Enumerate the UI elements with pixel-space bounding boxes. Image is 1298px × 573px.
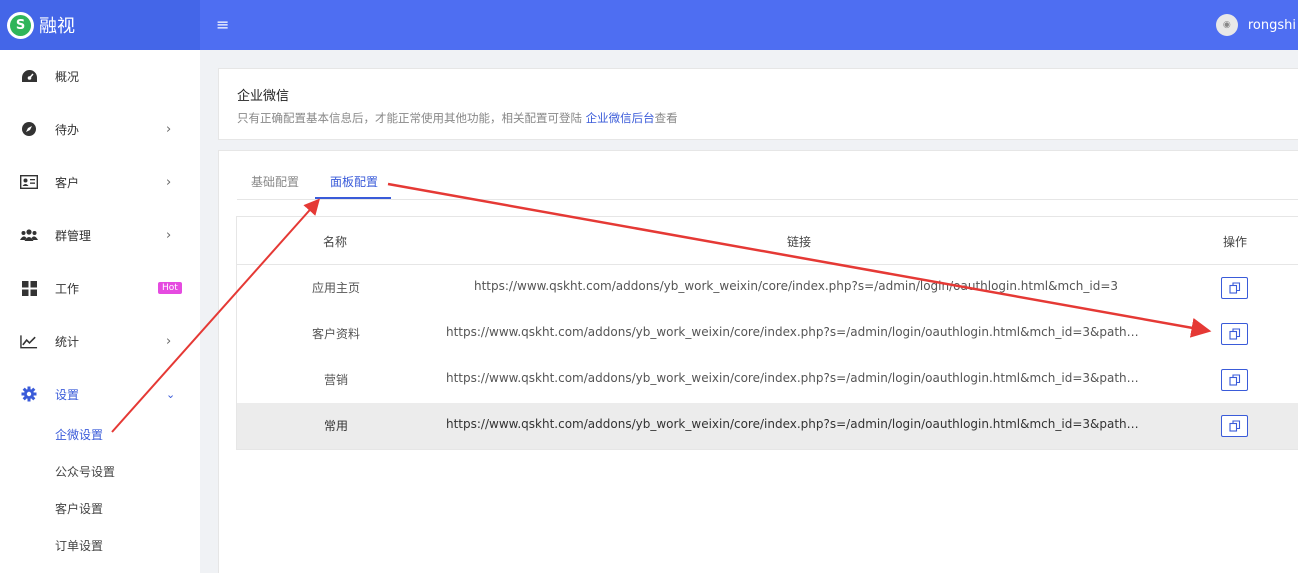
logo-icon: S <box>7 11 34 39</box>
sidebar-item-stats[interactable]: 统计 › <box>0 321 200 361</box>
column-header-link: 链接 <box>787 235 812 249</box>
info-description: 只有正确配置基本信息后，才能正常使用其他功能，相关配置可登陆 企业微信后台查看 <box>237 110 678 126</box>
user-menu[interactable]: ◉ rongshi <box>1215 0 1298 50</box>
avatar: ◉ <box>1215 14 1238 36</box>
id-card-icon <box>20 173 38 191</box>
column-header-name: 名称 <box>323 235 348 249</box>
copy-icon <box>1228 328 1240 340</box>
copy-icon <box>1228 374 1240 386</box>
copy-button[interactable] <box>1221 369 1248 391</box>
subnav-customer-settings[interactable]: 客户设置 <box>55 500 103 517</box>
page-title: 企业微信 <box>237 89 290 104</box>
copy-button[interactable] <box>1221 277 1248 299</box>
config-card: 基础配置 面板配置 名称 链接 操作 应用主页 https://www.qskh… <box>218 150 1298 573</box>
copy-button[interactable] <box>1221 323 1248 345</box>
dashboard-icon <box>20 67 38 85</box>
subnav-wecom-settings[interactable]: 企微设置 <box>55 426 103 443</box>
copy-icon <box>1228 282 1240 294</box>
logo-area[interactable]: S 融视 <box>0 0 200 50</box>
tab-panel-config[interactable]: 面板配置 <box>330 173 378 190</box>
links-table: 名称 链接 操作 应用主页 https://www.qskht.com/addo… <box>236 216 1298 450</box>
chevron-right-icon: › <box>166 174 172 190</box>
row-link: https://www.qskht.com/addons/yb_work_wei… <box>474 279 1119 293</box>
row-name: 应用主页 <box>311 281 360 295</box>
sidebar-item-label: 群管理 <box>55 228 92 243</box>
logo-glyph: S <box>10 14 31 36</box>
row-link: https://www.qskht.com/addons/yb_work_wei… <box>446 371 1146 385</box>
sidebar-item-settings[interactable]: 设置 ⌄ <box>0 374 200 414</box>
info-text-end: 查看 <box>654 111 678 125</box>
top-bar: S 融视 ≡ ◉ rongshi <box>0 0 1298 50</box>
compass-icon <box>20 120 38 138</box>
chevron-down-icon: ⌄ <box>166 387 176 401</box>
wecom-admin-link[interactable]: 企业微信后台 <box>586 111 655 125</box>
row-name: 常用 <box>323 419 348 433</box>
row-link: https://www.qskht.com/addons/yb_work_wei… <box>446 417 1146 431</box>
copy-icon <box>1228 420 1240 432</box>
line-chart-icon <box>20 332 38 350</box>
tab-basic-config[interactable]: 基础配置 <box>251 173 299 190</box>
subnav-order-settings[interactable]: 订单设置 <box>55 537 103 554</box>
sidebar-item-label: 工作 <box>55 281 80 296</box>
menu-toggle-icon[interactable]: ≡ <box>216 15 229 34</box>
table-row: 客户资料 https://www.qskht.com/addons/yb_wor… <box>237 311 1298 357</box>
subnav-official-account-settings[interactable]: 公众号设置 <box>55 463 115 480</box>
sidebar: 概况 待办 › 客户 › 群管理 › 工作 Hot 统计 › 设置 ⌄ 企微设置… <box>0 50 200 573</box>
brand-name: 融视 <box>39 16 75 37</box>
chevron-right-icon: › <box>166 121 172 137</box>
sidebar-item-todo[interactable]: 待办 › <box>0 109 200 149</box>
active-tab-indicator <box>315 197 391 199</box>
table-header: 名称 链接 操作 <box>237 217 1298 265</box>
sidebar-item-label: 统计 <box>55 334 80 349</box>
chevron-right-icon: › <box>166 227 172 243</box>
sidebar-item-work[interactable]: 工作 Hot <box>0 268 200 308</box>
table-row: 应用主页 https://www.qskht.com/addons/yb_wor… <box>237 265 1298 311</box>
sidebar-item-label: 设置 <box>55 387 80 402</box>
chevron-right-icon: › <box>166 333 172 349</box>
sidebar-item-label: 待办 <box>55 122 80 137</box>
users-icon <box>20 226 38 244</box>
row-name: 客户资料 <box>311 327 360 341</box>
sidebar-item-groups[interactable]: 群管理 › <box>0 215 200 255</box>
table-row: 常用 https://www.qskht.com/addons/yb_work_… <box>237 403 1298 449</box>
sidebar-item-overview[interactable]: 概况 <box>0 56 200 96</box>
info-card: 企业微信 只有正确配置基本信息后，才能正常使用其他功能，相关配置可登陆 企业微信… <box>218 68 1298 140</box>
sidebar-item-label: 客户 <box>55 175 80 190</box>
gear-icon <box>20 385 38 403</box>
column-header-action: 操作 <box>1223 235 1248 249</box>
tabs-divider <box>237 199 1298 200</box>
hot-badge: Hot <box>158 282 182 294</box>
sidebar-item-label: 概况 <box>55 69 80 84</box>
info-text: 只有正确配置基本信息后，才能正常使用其他功能，相关配置可登陆 <box>237 111 586 125</box>
username: rongshi <box>1247 17 1296 33</box>
grid-icon <box>20 279 38 297</box>
sidebar-item-customers[interactable]: 客户 › <box>0 162 200 202</box>
row-name: 营销 <box>323 373 348 387</box>
table-row: 营销 https://www.qskht.com/addons/yb_work_… <box>237 357 1298 403</box>
copy-button[interactable] <box>1221 415 1248 437</box>
row-link: https://www.qskht.com/addons/yb_work_wei… <box>446 325 1146 339</box>
